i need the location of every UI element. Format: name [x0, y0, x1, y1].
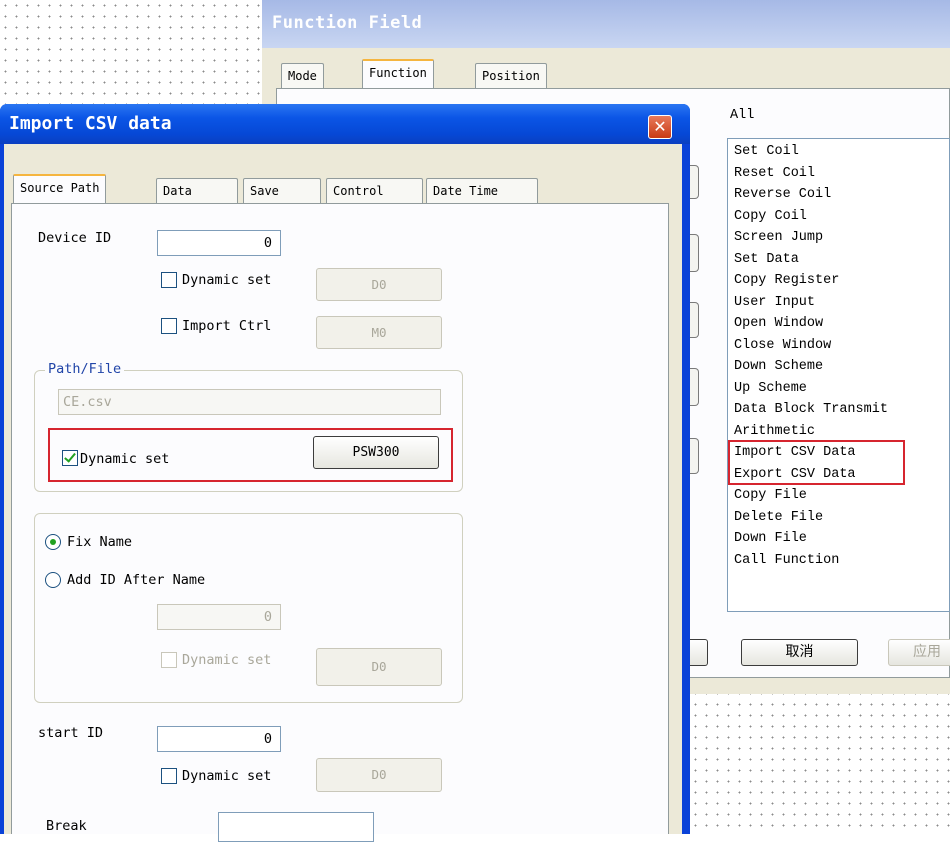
hidden-control-edge	[690, 438, 699, 474]
function-list[interactable]: Set Coil Reset Coil Reverse Coil Copy Co…	[727, 138, 950, 612]
naming-dynamic-set-label: Dynamic set	[182, 652, 272, 668]
dynamic-set-checkbox[interactable]	[161, 272, 177, 288]
import-ctrl-address-button: M0	[316, 316, 442, 349]
path-dynamic-set-checkbox[interactable]	[62, 450, 78, 466]
psw300-address-button[interactable]: PSW300	[313, 436, 439, 469]
tab-position[interactable]: Position	[475, 63, 547, 89]
list-item[interactable]: Data Block Transmit	[734, 399, 949, 421]
file-name-field: CE.csv	[58, 389, 441, 415]
list-item[interactable]: Copy Coil	[734, 206, 949, 228]
list-item[interactable]: Set Coil	[734, 141, 949, 163]
list-item[interactable]: Set Data	[734, 249, 949, 271]
tab-date-time[interactable]: Date Time	[426, 178, 538, 204]
hidden-control-edge	[690, 368, 699, 406]
list-item[interactable]: Copy Register	[734, 270, 949, 292]
close-icon[interactable]: ✕	[648, 115, 672, 139]
tab-mode[interactable]: Mode	[281, 63, 324, 89]
list-item[interactable]: Arithmetic	[734, 421, 949, 443]
import-ctrl-checkbox[interactable]	[161, 318, 177, 334]
device-id-label: Device ID	[38, 230, 112, 246]
naming-dynamic-set-checkbox	[161, 652, 177, 668]
design-canvas-top-left	[0, 0, 262, 104]
path-file-legend: Path/File	[45, 361, 125, 377]
add-id-label: Add ID After Name	[67, 572, 206, 588]
fix-name-label: Fix Name	[67, 534, 133, 550]
start-id-label: start ID	[38, 725, 104, 741]
path-dynamic-set-label: Dynamic set	[80, 451, 170, 467]
cancel-button[interactable]: 取消	[741, 639, 858, 666]
list-item[interactable]: Call Function	[734, 550, 949, 572]
list-item[interactable]: Reset Coil	[734, 163, 949, 185]
hidden-control-edge	[690, 234, 699, 272]
start-id-dynamic-set-checkbox[interactable]	[161, 768, 177, 784]
list-item[interactable]: Down File	[734, 528, 949, 550]
highlight-box-csv-functions	[728, 440, 905, 485]
tab-data[interactable]: Data	[156, 178, 238, 204]
add-id-radio[interactable]	[45, 572, 61, 588]
tab-save[interactable]: Save	[243, 178, 321, 204]
list-item[interactable]: User Input	[734, 292, 949, 314]
dialog-title: Import CSV data	[0, 104, 690, 144]
function-list-header: All	[730, 108, 755, 123]
fix-name-radio[interactable]	[45, 534, 61, 550]
list-item[interactable]: Close Window	[734, 335, 949, 357]
tab-control[interactable]: Control	[326, 178, 423, 204]
start-id-field[interactable]: 0	[157, 726, 281, 752]
device-id-field[interactable]: 0	[157, 230, 281, 256]
list-item[interactable]: Open Window	[734, 313, 949, 335]
break-field[interactable]	[218, 812, 374, 842]
list-item[interactable]: Up Scheme	[734, 378, 949, 400]
list-item[interactable]: Down Scheme	[734, 356, 949, 378]
device-address-button: D0	[316, 268, 442, 301]
dynamic-set-label: Dynamic set	[182, 272, 272, 288]
import-ctrl-label: Import Ctrl	[182, 318, 272, 334]
function-field-title: Function Field	[262, 0, 950, 48]
id-after-name-field: 0	[157, 604, 281, 630]
design-canvas-bottom-right	[690, 688, 950, 834]
hidden-control-edge	[690, 165, 699, 199]
list-item[interactable]: Reverse Coil	[734, 184, 949, 206]
break-label: Break	[46, 818, 87, 834]
list-item[interactable]: Screen Jump	[734, 227, 949, 249]
tab-source-path[interactable]: Source Path	[13, 174, 107, 204]
apply-button[interactable]: 应用	[888, 639, 950, 666]
hidden-control-edge	[690, 302, 699, 338]
start-id-address-button: D0	[316, 758, 442, 792]
naming-address-button: D0	[316, 648, 442, 686]
tab-function[interactable]: Function	[362, 59, 434, 89]
start-id-dynamic-set-label: Dynamic set	[182, 768, 272, 784]
list-item[interactable]: Delete File	[734, 507, 949, 529]
list-item[interactable]: Copy File	[734, 485, 949, 507]
